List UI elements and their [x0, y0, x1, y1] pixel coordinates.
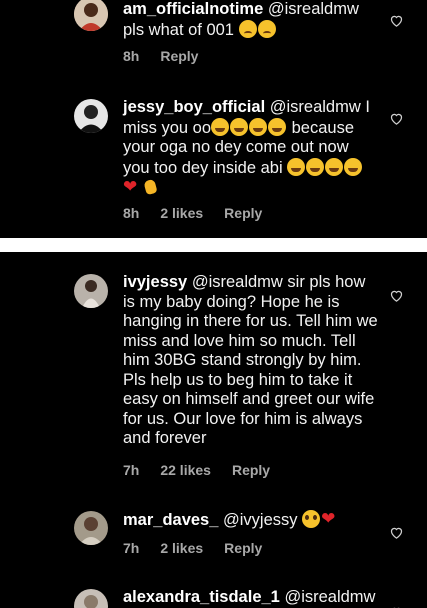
comment-meta: 8h Reply	[123, 48, 219, 64]
comment-likes[interactable]: 22 likes	[160, 462, 211, 478]
comment-username[interactable]: alexandra_tisdale_1	[123, 588, 280, 606]
red-heart-emoji-icon	[321, 509, 339, 529]
reply-button[interactable]: Reply	[224, 540, 262, 556]
comments-panel-bottom: ivyjessy @isrealdmw sir pls how is my ba…	[0, 252, 427, 608]
laughing-emoji-icon	[249, 117, 268, 136]
comment-body: alexandra_tisdale_1 @isrealdmw	[123, 588, 378, 608]
reply-button[interactable]: Reply	[224, 205, 262, 221]
clapping-hands-emoji-icon	[142, 178, 160, 196]
comment-username[interactable]: jessy_boy_official	[123, 98, 265, 116]
comment-text: @isrealdmw sir pls how is my baby doing?…	[123, 273, 378, 447]
avatar[interactable]	[74, 99, 108, 133]
heart-outline-icon[interactable]	[389, 111, 404, 126]
comment-body: mar_daves_ @ivyjessy	[123, 509, 378, 531]
comment-time: 7h	[123, 462, 140, 478]
avatar[interactable]	[74, 511, 108, 545]
avatar[interactable]	[74, 0, 108, 31]
heart-outline-icon[interactable]	[389, 525, 404, 540]
laughing-emoji-icon	[230, 117, 249, 136]
laughing-emoji-icon	[287, 157, 306, 176]
comment-likes[interactable]: 2 likes	[160, 205, 203, 221]
comment-text: @isrealdmw	[279, 588, 376, 606]
reply-button[interactable]: Reply	[160, 48, 198, 64]
laughing-emoji-icon	[306, 157, 325, 176]
comment-meta: 8h 2 likes Reply	[123, 205, 283, 221]
sad-emoji-icon	[238, 19, 257, 38]
comment-meta: 7h 22 likes Reply	[123, 462, 291, 478]
comment-username[interactable]: am_officialnotime	[123, 0, 263, 18]
laughing-emoji-icon	[211, 117, 230, 136]
comment-username[interactable]: ivyjessy	[123, 273, 187, 291]
laughing-emoji-icon	[344, 157, 363, 176]
comment-username[interactable]: mar_daves_	[123, 511, 218, 529]
comment-time: 7h	[123, 540, 140, 556]
heart-outline-icon[interactable]	[389, 13, 404, 28]
comment-body: jessy_boy_official @isrealdmw I miss you…	[123, 98, 378, 199]
comment-time: 8h	[123, 48, 140, 64]
comment-likes[interactable]: 2 likes	[160, 540, 203, 556]
comment-time: 8h	[123, 205, 140, 221]
avatar[interactable]	[74, 274, 108, 308]
heart-outline-icon[interactable]	[389, 288, 404, 303]
comment-text: @ivyjessy	[218, 511, 303, 529]
comment-body: am_officialnotime @isrealdmw pls what of…	[123, 0, 378, 40]
comment-meta: 7h 2 likes Reply	[123, 540, 283, 556]
red-heart-emoji-icon	[123, 177, 141, 197]
reply-button[interactable]: Reply	[232, 462, 270, 478]
pleading-face-emoji-icon	[302, 510, 321, 528]
comment-body: ivyjessy @isrealdmw sir pls how is my ba…	[123, 273, 378, 449]
sad-emoji-icon	[257, 19, 276, 38]
laughing-emoji-icon	[268, 117, 287, 136]
comments-panel-top: am_officialnotime @isrealdmw pls what of…	[0, 0, 427, 238]
avatar[interactable]	[74, 589, 108, 608]
laughing-emoji-icon	[325, 157, 344, 176]
